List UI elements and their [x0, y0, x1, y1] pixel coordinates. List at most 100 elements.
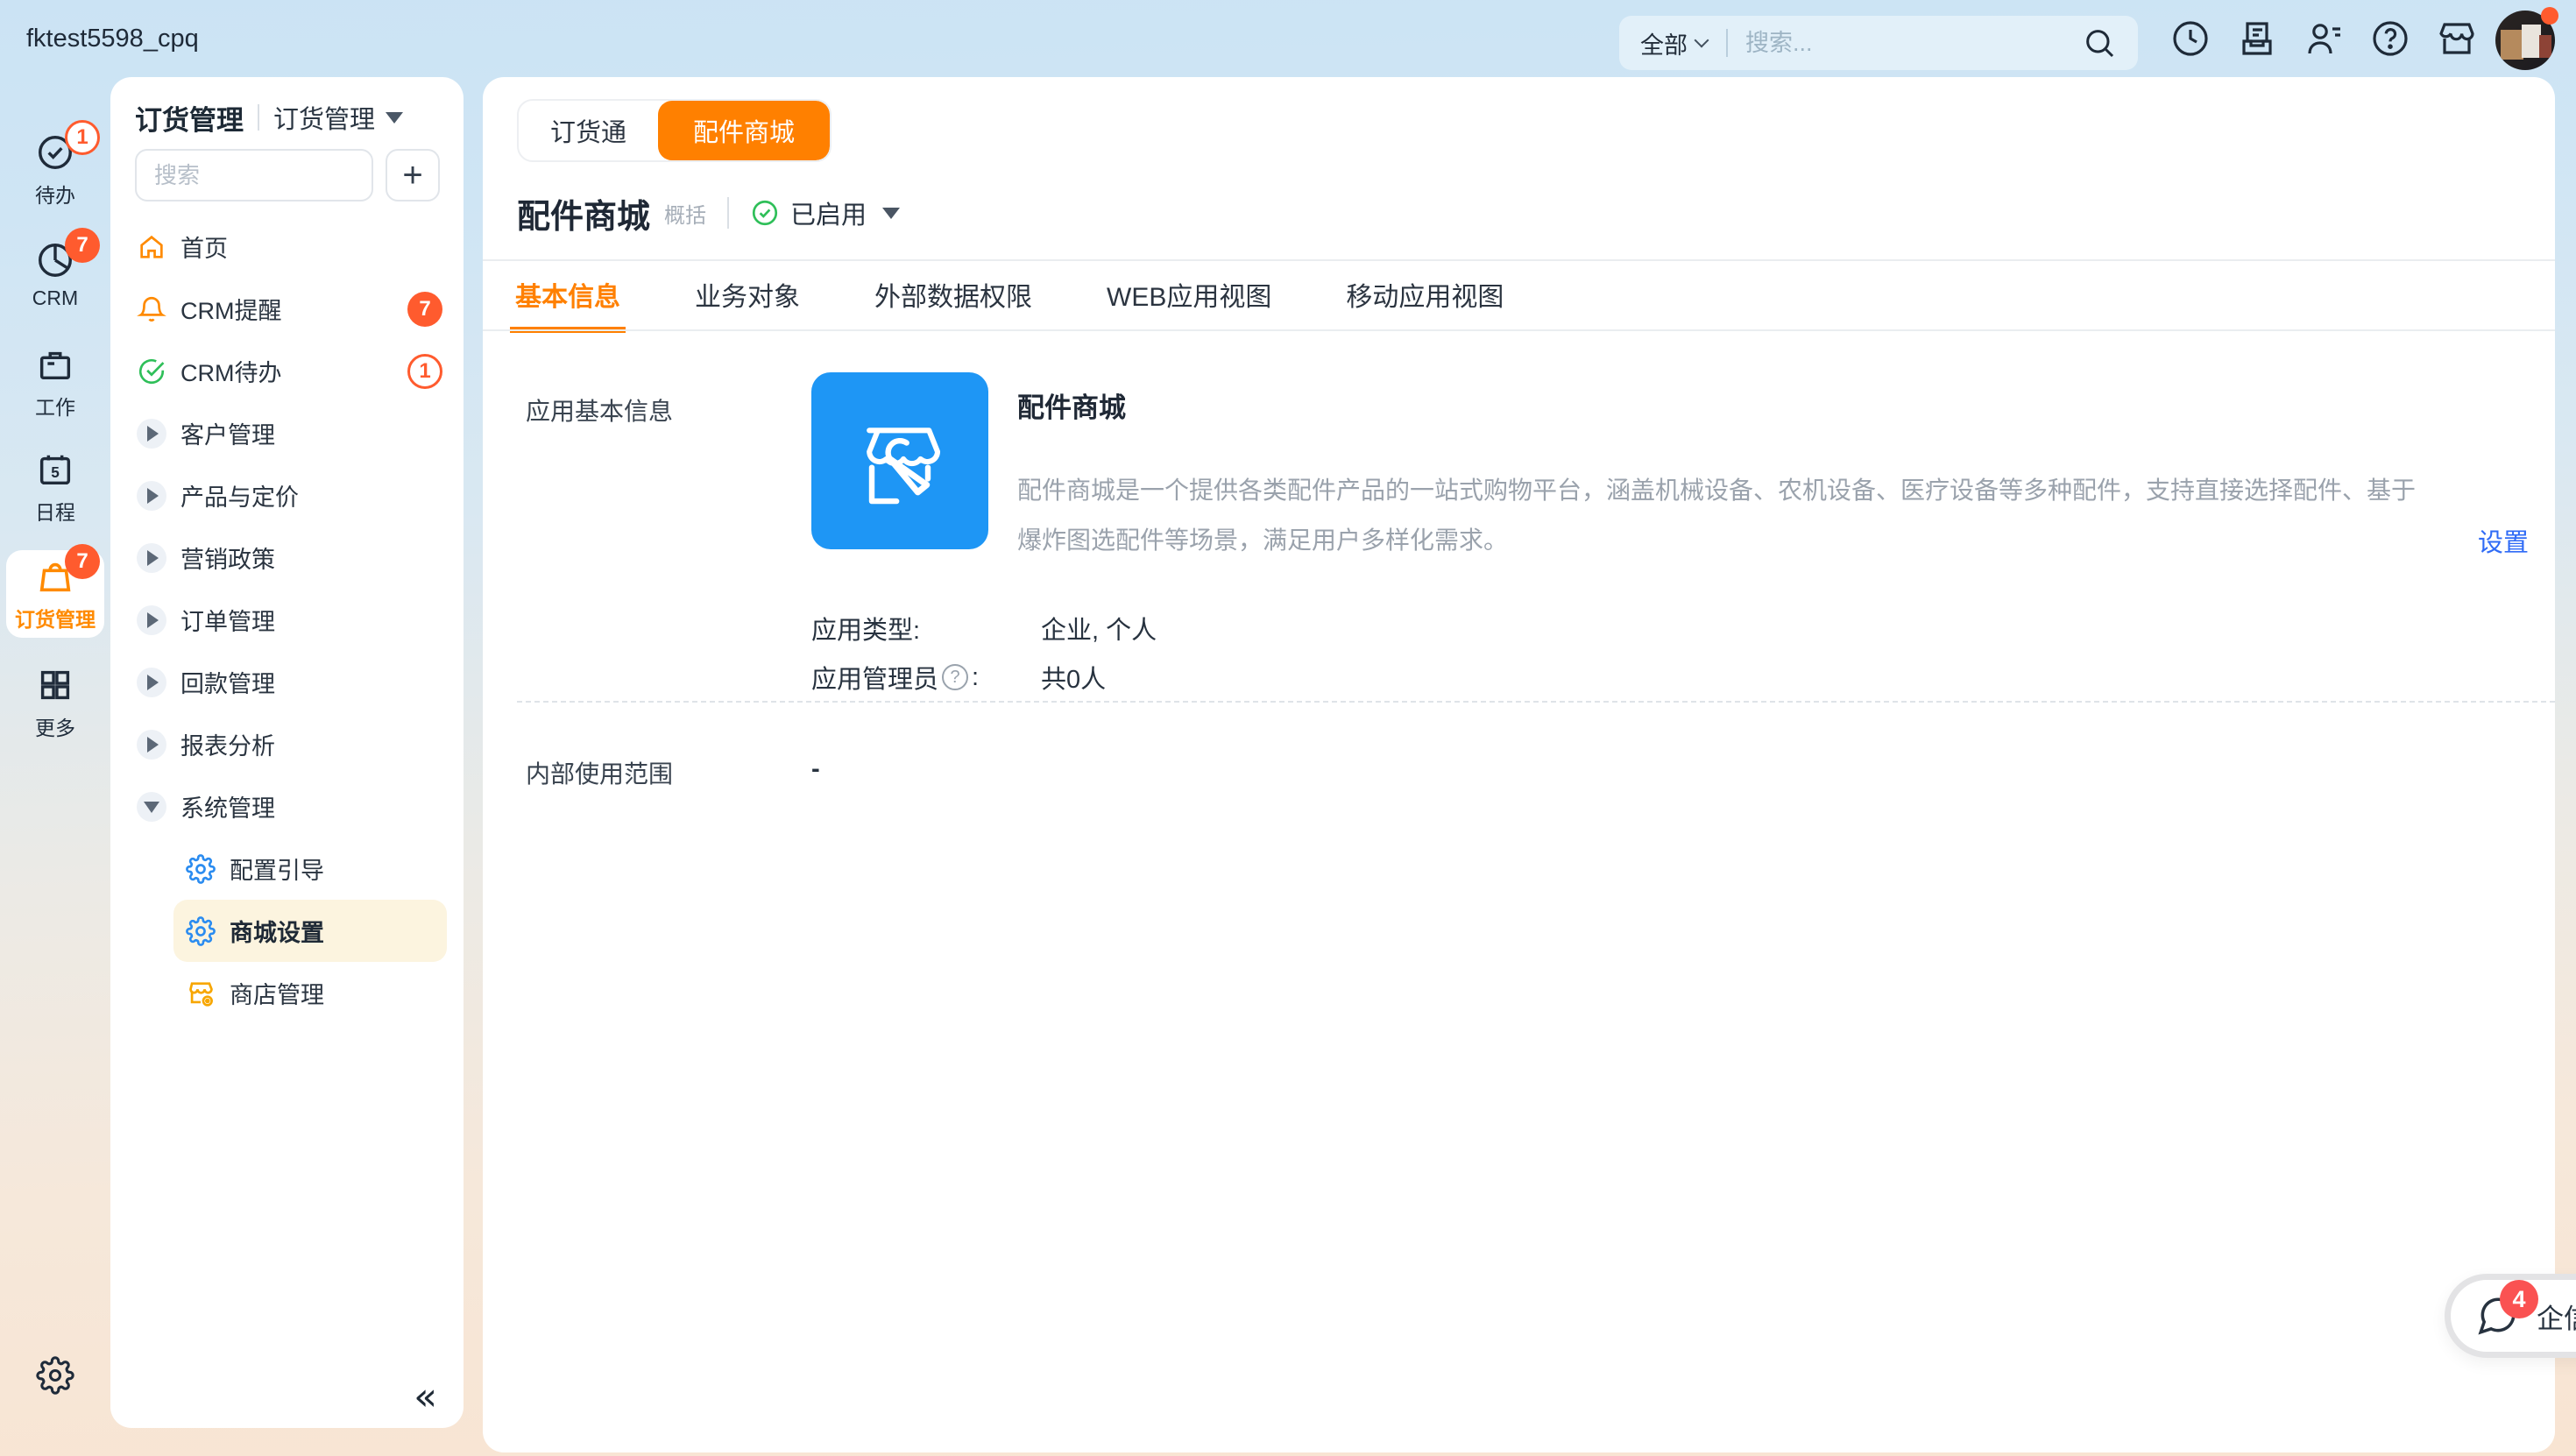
app-type-row: 应用类型: 企业, 个人: [811, 610, 1157, 647]
sidebar: 订货管理 订货管理 + 首页 CRM提醒 7 CRM待办 1: [110, 77, 464, 1428]
chevron-down-icon: [882, 208, 900, 219]
chevron-down-icon: [137, 792, 166, 822]
search-icon[interactable]: [2082, 25, 2117, 60]
bell-icon: [137, 294, 166, 324]
help-icon[interactable]: [2369, 18, 2411, 60]
sidebar-item-config-guide[interactable]: 配置引导: [110, 838, 464, 900]
sidebar-item-home[interactable]: 首页: [110, 216, 464, 278]
nav-tabs: 基本信息 业务对象 外部数据权限 WEB应用视图 移动应用视图: [515, 263, 1504, 329]
sidebar-subtitle[interactable]: 订货管理: [273, 99, 375, 136]
notification-dot: [2541, 7, 2558, 25]
sidebar-item-crm-remind[interactable]: CRM提醒 7: [110, 278, 464, 340]
sidebar-title: 订货管理: [135, 98, 244, 138]
rail: 1 待办 7 CRM 工作 5 日程 7: [0, 77, 110, 1456]
sidebar-item-store-mgmt[interactable]: 商店管理: [110, 962, 464, 1024]
sidebar-header: 订货管理 订货管理: [135, 98, 403, 137]
tab-business-objects[interactable]: 业务对象: [695, 275, 800, 317]
tab-external-data-permission[interactable]: 外部数据权限: [874, 275, 1032, 317]
inbox-icon[interactable]: [2236, 18, 2278, 60]
tab-dinghuotong[interactable]: 订货通: [519, 101, 658, 160]
sidebar-item-mall-settings[interactable]: 商城设置: [173, 900, 447, 962]
app-tab-group: 订货通 配件商城: [517, 99, 832, 162]
sidebar-item-order-mgmt[interactable]: 订单管理: [110, 589, 464, 651]
dashed-divider: [517, 701, 2555, 703]
app-admin-label: 应用管理员 ? :: [811, 659, 1041, 696]
crm-pie-icon: 7: [35, 240, 75, 280]
rail-item-work[interactable]: 工作: [6, 338, 104, 426]
rail-item-todo[interactable]: 1 待办: [6, 126, 104, 214]
sidebar-item-payment-mgmt[interactable]: 回款管理: [110, 651, 464, 713]
chevron-down-icon[interactable]: [386, 112, 403, 124]
status-label: 已启用: [790, 194, 867, 231]
global-search[interactable]: 全部: [1619, 16, 2138, 70]
tab-mobile-app-view[interactable]: 移动应用视图: [1346, 275, 1504, 317]
search-scope-dropdown[interactable]: 全部: [1640, 26, 1707, 60]
divider: [258, 104, 259, 131]
rail-item-order-mgmt[interactable]: 7 订货管理: [6, 550, 104, 638]
tab-parts-mall[interactable]: 配件商城: [658, 101, 830, 160]
settings-link[interactable]: 设置: [2478, 522, 2529, 559]
store-gear-icon: [186, 979, 216, 1008]
app-market-icon[interactable]: [2436, 18, 2478, 60]
store-wrench-icon: [844, 405, 956, 517]
page: fktest5598_cpq 全部: [0, 0, 2576, 1456]
calendar-icon: 5: [35, 449, 75, 490]
gear-icon: [186, 916, 216, 946]
chevron-right-icon: [137, 668, 166, 697]
rail-item-more[interactable]: 更多: [6, 659, 104, 746]
sidebar-menu: 首页 CRM提醒 7 CRM待办 1 客户管理 产品与定价: [110, 216, 464, 1024]
sidebar-item-report-analysis[interactable]: 报表分析: [110, 713, 464, 775]
chevron-right-icon: [137, 730, 166, 760]
sidebar-item-customer-mgmt[interactable]: 客户管理: [110, 402, 464, 464]
badge: 4: [2500, 1280, 2538, 1318]
search-scope-label: 全部: [1640, 26, 1688, 60]
title-row: 配件商城 概括 已启用: [517, 184, 900, 242]
app-admin-row: 应用管理员 ? : 共0人: [811, 659, 1106, 696]
badge: 1: [407, 354, 442, 389]
tab-basic-info[interactable]: 基本信息: [515, 275, 620, 317]
history-icon[interactable]: [2169, 18, 2212, 60]
sidebar-search-input[interactable]: [154, 162, 354, 189]
settings-gear-icon[interactable]: [36, 1356, 74, 1395]
chat-label: 企信: [2537, 1297, 2576, 1336]
scope-label: 内部使用范围: [526, 755, 673, 790]
sidebar-search[interactable]: [135, 149, 373, 201]
search-input[interactable]: [1745, 30, 2035, 57]
chevron-right-icon: [137, 543, 166, 573]
app-admin-value: 共0人: [1041, 659, 1106, 696]
help-icon[interactable]: ?: [942, 664, 968, 690]
sidebar-item-system-mgmt[interactable]: 系统管理: [110, 775, 464, 838]
badge: 1: [65, 120, 100, 155]
chevron-right-icon: [137, 481, 166, 511]
app-icon: [811, 372, 988, 549]
briefcase-icon: [35, 344, 75, 385]
app-name: 配件商城: [1017, 385, 1126, 425]
collapse-sidebar-button[interactable]: «: [414, 1375, 437, 1419]
status-dropdown[interactable]: 已启用: [750, 194, 900, 231]
sidebar-item-marketing-policy[interactable]: 营销政策: [110, 527, 464, 589]
rail-item-schedule[interactable]: 5 日程: [6, 443, 104, 531]
page-title: 配件商城: [517, 189, 650, 237]
qixin-chat-button[interactable]: 4 企信: [2445, 1274, 2576, 1358]
divider: [483, 259, 2555, 261]
home-icon: [137, 232, 166, 262]
sidebar-item-product-pricing[interactable]: 产品与定价: [110, 464, 464, 527]
sidebar-item-crm-todo[interactable]: CRM待办 1: [110, 340, 464, 402]
badge: 7: [65, 544, 100, 579]
chevron-right-icon: [137, 419, 166, 449]
main-panel: 订货通 配件商城 配件商城 概括 已启用 基本信息 业务对象 外部数据权限 WE…: [483, 77, 2555, 1452]
check-circle-icon: [137, 357, 166, 386]
app-description: 配件商城是一个提供各类配件产品的一站式购物平台，涵盖机械设备、农机设备、医疗设备…: [1017, 465, 2428, 565]
tab-web-app-view[interactable]: WEB应用视图: [1107, 275, 1271, 317]
badge: 7: [65, 228, 100, 263]
enabled-check-icon: [750, 198, 780, 228]
chevron-right-icon: [137, 605, 166, 635]
rail-item-crm[interactable]: 7 CRM: [6, 231, 104, 319]
contacts-icon[interactable]: [2303, 18, 2345, 60]
add-button[interactable]: +: [386, 149, 440, 201]
chevron-down-icon: [1695, 33, 1709, 48]
app-type-label: 应用类型:: [811, 610, 1041, 647]
scope-value: -: [811, 755, 820, 784]
app-type-value: 企业, 个人: [1041, 610, 1157, 647]
shopping-bag-icon: 7: [35, 556, 75, 597]
